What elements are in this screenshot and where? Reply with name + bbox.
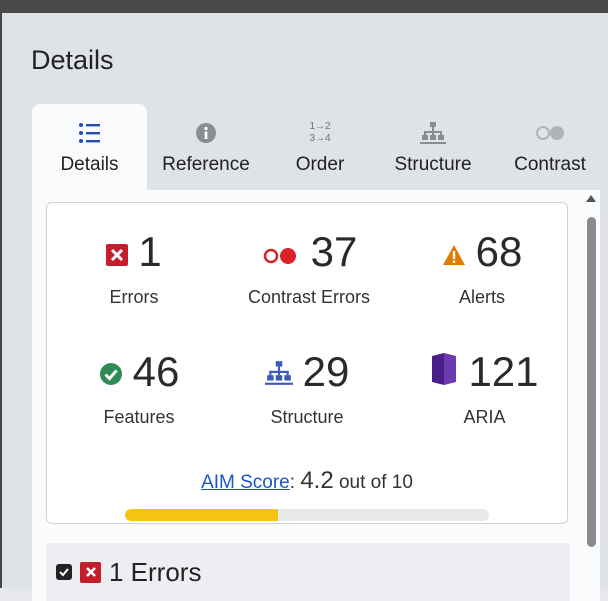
aria-icon [430,349,458,395]
details-content: 1 Errors 37 Contrast Errors 68 Alerts 46… [32,190,600,601]
stat-contrast-errors[interactable]: 37 Contrast Errors [219,229,399,308]
tab-label: Contrast [514,154,586,175]
tab-details[interactable]: Details [32,104,147,190]
panel-title: Details [31,45,114,75]
aim-score: AIM Score: 4.2 out of 10 [47,467,567,495]
details-panel: Details Details Reference 1→2 3→4 Order … [0,13,608,601]
tab-label: Reference [162,154,250,175]
stat-label: ARIA [463,407,506,427]
tab-label: Structure [394,154,472,175]
structure-icon [264,349,293,395]
stat-label: Alerts [458,287,505,307]
aim-score-progress-fill [125,509,278,521]
errors-section-header[interactable]: 1 Errors [46,543,570,601]
stat-label: Features [103,407,175,427]
tab-label: Details [60,154,119,175]
stat-label: Errors [109,287,159,307]
contrast-error-icon [261,229,301,275]
contrast-icon [535,116,565,150]
stat-label: Contrast Errors [247,287,371,307]
aim-score-progress [125,509,489,521]
stat-value: 37 [310,228,358,275]
stat-value: 68 [475,228,523,275]
order-icon-bottom: 3→4 [309,133,331,144]
feature-icon [99,349,123,395]
stat-value: 1 [138,228,162,275]
window-top-bar [0,0,608,13]
structure-icon [420,116,446,150]
error-icon [80,561,101,583]
stat-value: 121 [468,348,539,395]
list-icon [78,116,102,150]
error-icon [106,229,129,275]
errors-checkbox[interactable] [56,564,72,580]
order-icon-top: 1→2 [309,121,331,132]
stat-label: Structure [270,407,344,427]
tab-order[interactable]: 1→2 3→4 Order [275,104,365,190]
aim-score-separator: : [289,472,296,493]
tab-bar: Details Reference 1→2 3→4 Order Structur… [32,104,602,190]
summary-card: 1 Errors 37 Contrast Errors 68 Alerts 46… [46,202,568,524]
info-icon [195,116,217,150]
errors-section-title: 1 Errors [109,556,202,587]
scrollbar[interactable] [584,190,598,601]
order-icon: 1→2 3→4 [309,116,330,150]
alert-icon [442,229,466,275]
stat-errors[interactable]: 1 Errors [69,229,199,308]
tab-reference[interactable]: Reference [147,104,265,190]
stat-value: 46 [132,348,180,395]
tab-label: Order [295,154,345,175]
stat-alerts[interactable]: 68 Alerts [417,229,547,308]
scrollbar-thumb[interactable] [587,217,596,547]
stat-structure[interactable]: 29 Structure [237,349,377,428]
tab-structure[interactable]: Structure [380,104,486,190]
stat-aria[interactable]: 121 ARIA [412,349,557,428]
aim-score-suffix: out of 10 [338,472,413,493]
stat-features[interactable]: 46 Features [69,349,209,428]
scroll-up-arrow-icon[interactable] [586,195,596,202]
aim-score-value: 4.2 [300,467,334,494]
stat-value: 29 [302,348,350,395]
tab-contrast[interactable]: Contrast [498,104,602,190]
aim-score-link[interactable]: AIM Score [201,472,290,493]
